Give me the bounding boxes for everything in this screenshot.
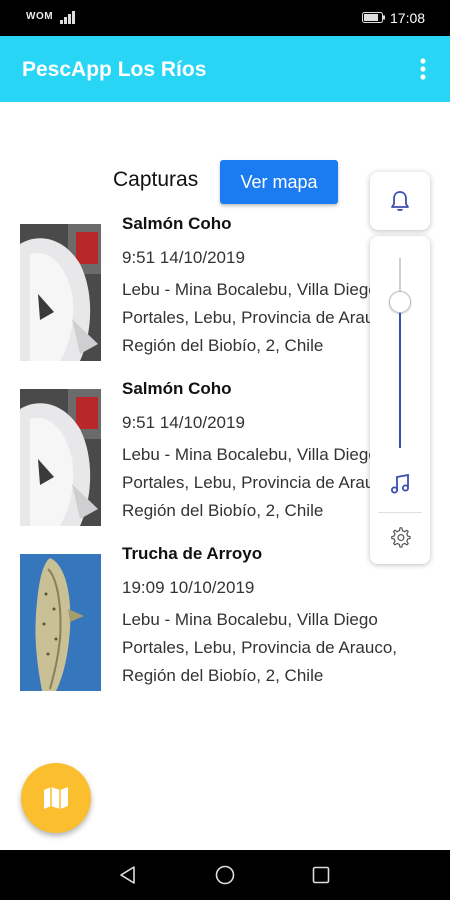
salmon-photo [20, 224, 101, 361]
capture-datetime: 19:09 10/10/2019 [122, 578, 255, 597]
bell-icon [391, 191, 409, 212]
divider [378, 512, 422, 513]
battery-icon [362, 12, 385, 23]
volume-panel [370, 236, 430, 564]
capture-datetime: 9:51 14/10/2019 [122, 413, 245, 432]
recents-icon[interactable] [312, 866, 330, 884]
species-name: Salmón Coho [122, 214, 232, 233]
app-title: PescApp Los Ríos [22, 58, 207, 81]
signal-icon [60, 11, 75, 24]
map-icon [44, 787, 68, 809]
home-icon[interactable] [215, 865, 235, 885]
species-name: Salmón Coho [122, 379, 232, 398]
back-icon[interactable] [118, 865, 138, 885]
ringer-mode-button[interactable] [370, 172, 430, 230]
settings-gear-icon[interactable] [389, 526, 411, 548]
capture-location: Lebu - Mina Bocalebu, Villa Diego Portal… [122, 610, 397, 685]
status-bar: WOM 17:08 [0, 0, 450, 36]
music-note-icon[interactable] [388, 472, 412, 496]
status-time: 17:08 [390, 10, 426, 26]
capture-list-item[interactable]: Trucha de Arroyo 19:09 10/10/2019 Lebu -… [0, 544, 450, 704]
system-nav-bar [0, 850, 450, 900]
capture-datetime: 9:51 14/10/2019 [122, 248, 245, 267]
captures-heading: Capturas [113, 168, 199, 191]
app-bar: PescApp Los Ríos [0, 36, 450, 102]
volume-level [399, 301, 401, 448]
species-name: Trucha de Arroyo [122, 544, 263, 563]
view-map-button[interactable]: Ver mapa [220, 160, 338, 204]
trout-photo [20, 554, 101, 691]
overflow-menu-icon[interactable] [414, 56, 432, 82]
map-fab-button[interactable] [21, 763, 91, 833]
carrier-label: WOM [26, 11, 54, 22]
volume-slider-thumb[interactable] [389, 290, 411, 313]
salmon-photo [20, 389, 101, 526]
